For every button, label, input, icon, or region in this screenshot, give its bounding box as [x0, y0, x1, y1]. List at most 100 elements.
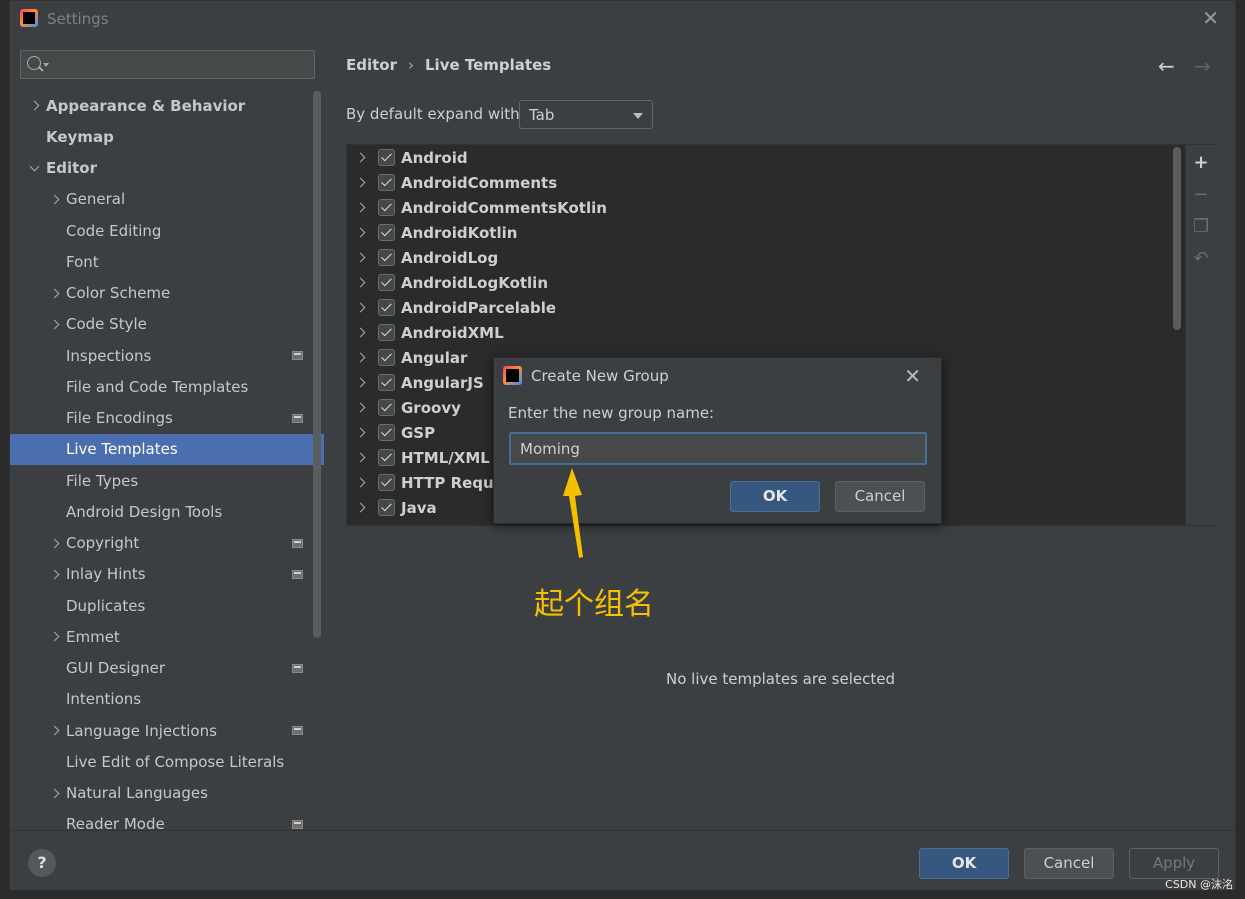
sidebar-item[interactable]: Inlay Hints	[10, 559, 324, 590]
template-group-checkbox[interactable]	[378, 174, 395, 191]
sidebar-item[interactable]: Live Templates	[10, 433, 324, 465]
template-group-checkbox[interactable]	[378, 199, 395, 216]
apply-button[interactable]: Apply	[1129, 848, 1219, 879]
chevron-right-icon[interactable]	[355, 177, 366, 188]
chevron-right-icon[interactable]	[355, 152, 366, 163]
sidebar-item[interactable]: Live Edit of Compose Literals	[10, 746, 324, 777]
sidebar-item[interactable]: Duplicates	[10, 590, 324, 621]
template-list-scrollbar[interactable]	[1173, 147, 1181, 330]
chevron-right-icon[interactable]	[49, 288, 60, 298]
template-group-checkbox[interactable]	[378, 474, 395, 491]
settings-search[interactable]	[20, 50, 315, 79]
chevron-right-icon[interactable]	[29, 100, 40, 111]
dialog-footer: ? OK Cancel Apply	[10, 830, 1235, 890]
chevron-right-icon[interactable]	[49, 194, 60, 205]
sidebar-item[interactable]: File Encodings	[10, 403, 324, 434]
sidebar-item[interactable]: Intentions	[10, 684, 324, 715]
sidebar-item[interactable]: Natural Languages	[10, 778, 324, 809]
template-group-name: HTTP Reque	[401, 473, 504, 492]
template-group-checkbox[interactable]	[378, 349, 395, 366]
template-group-checkbox[interactable]	[378, 324, 395, 341]
sidebar-item[interactable]: Code Style	[10, 309, 324, 340]
sidebar-item[interactable]: Emmet	[10, 621, 324, 652]
chevron-right-icon[interactable]	[49, 538, 60, 548]
template-group-checkbox[interactable]	[378, 274, 395, 291]
template-group-checkbox[interactable]	[378, 249, 395, 266]
template-group-row[interactable]: AndroidParcelable	[347, 295, 1167, 320]
template-group-checkbox[interactable]	[378, 499, 395, 516]
sidebar-item[interactable]: Editor	[10, 153, 324, 184]
template-group-checkbox[interactable]	[378, 149, 395, 166]
template-group-checkbox[interactable]	[378, 424, 395, 441]
template-group-checkbox[interactable]	[378, 224, 395, 241]
back-arrow-icon[interactable]: ←	[1158, 54, 1175, 78]
template-group-checkbox[interactable]	[378, 449, 395, 466]
sidebar-item[interactable]: Copyright	[10, 528, 324, 559]
chevron-right-icon[interactable]	[355, 452, 366, 463]
chevron-right-icon[interactable]	[355, 477, 366, 488]
sidebar-item[interactable]: Android Design Tools	[10, 496, 324, 527]
sidebar-item[interactable]: File and Code Templates	[10, 371, 324, 402]
chevron-right-icon[interactable]	[355, 352, 366, 363]
chevron-right-icon[interactable]	[49, 725, 60, 736]
expand-with-dropdown[interactable]: Tab	[519, 100, 653, 129]
chevron-right-icon[interactable]	[355, 502, 366, 513]
cancel-button[interactable]: Cancel	[1024, 848, 1114, 879]
dialog-cancel-button[interactable]: Cancel	[835, 481, 925, 512]
search-options-caret-icon[interactable]	[43, 63, 49, 67]
sidebar-item[interactable]: Inspections	[10, 340, 324, 371]
sidebar-item-label: Keymap	[46, 127, 114, 146]
template-group-checkbox[interactable]	[378, 374, 395, 391]
sidebar-item[interactable]: Color Scheme	[10, 278, 324, 309]
sidebar-item[interactable]: Appearance & Behavior	[10, 90, 324, 121]
add-icon[interactable]: +	[1193, 154, 1209, 172]
chevron-right-icon[interactable]	[49, 788, 60, 798]
template-group-checkbox[interactable]	[378, 299, 395, 316]
sidebar-item-label: Live Templates	[66, 440, 178, 459]
chevron-right-icon[interactable]	[355, 377, 366, 388]
sidebar-item[interactable]: Keymap	[10, 121, 324, 152]
ok-button[interactable]: OK	[919, 848, 1009, 879]
sidebar-item[interactable]: File Types	[10, 465, 324, 496]
sidebar-item[interactable]: Code Editing	[10, 215, 324, 246]
chevron-right-icon[interactable]	[355, 202, 366, 213]
group-name-input[interactable]	[509, 432, 927, 465]
template-group-row[interactable]: AndroidLog	[347, 245, 1167, 270]
chevron-right-icon[interactable]	[355, 427, 366, 438]
help-button[interactable]: ?	[28, 849, 56, 877]
template-group-checkbox[interactable]	[378, 399, 395, 416]
remove-icon[interactable]: −	[1193, 186, 1209, 204]
sidebar-item-label: Copyright	[66, 534, 140, 552]
sidebar-item[interactable]: Font	[10, 246, 324, 277]
template-group-row[interactable]: AndroidComments	[347, 170, 1167, 195]
sidebar-item[interactable]: GUI Designer	[10, 653, 324, 684]
sidebar-item[interactable]: Language Injections	[10, 715, 324, 746]
search-icon	[27, 56, 41, 70]
chevron-right-icon[interactable]	[49, 631, 60, 642]
breadcrumb-root[interactable]: Editor	[346, 56, 397, 74]
chevron-right-icon[interactable]	[49, 569, 60, 580]
chevron-right-icon[interactable]	[355, 277, 366, 288]
copy-icon[interactable]: ❐	[1193, 218, 1209, 236]
chevron-right-icon[interactable]	[355, 252, 366, 263]
template-group-row[interactable]: AndroidCommentsKotlin	[347, 195, 1167, 220]
sidebar-scrollbar[interactable]	[313, 91, 321, 638]
breadcrumb-separator: ›	[408, 56, 414, 74]
dialog-ok-button[interactable]: OK	[730, 481, 820, 512]
chevron-down-icon[interactable]	[29, 161, 40, 171]
dialog-close-icon[interactable]: ✕	[904, 364, 921, 388]
chevron-right-icon[interactable]	[355, 302, 366, 313]
chevron-right-icon[interactable]	[49, 319, 60, 330]
revert-icon[interactable]: ↶	[1193, 250, 1209, 268]
search-input[interactable]	[55, 54, 305, 75]
chevron-right-icon[interactable]	[355, 327, 366, 338]
chevron-right-icon[interactable]	[355, 402, 366, 413]
chevron-right-icon[interactable]	[355, 227, 366, 238]
template-group-row[interactable]: Android	[347, 145, 1167, 170]
template-group-row[interactable]: AndroidLogKotlin	[347, 270, 1167, 295]
close-icon[interactable]: ✕	[1202, 8, 1219, 28]
sidebar-item[interactable]: General	[10, 184, 324, 215]
template-group-name: AndroidLogKotlin	[401, 273, 549, 292]
template-group-row[interactable]: AndroidKotlin	[347, 220, 1167, 245]
template-group-row[interactable]: AndroidXML	[347, 320, 1167, 345]
